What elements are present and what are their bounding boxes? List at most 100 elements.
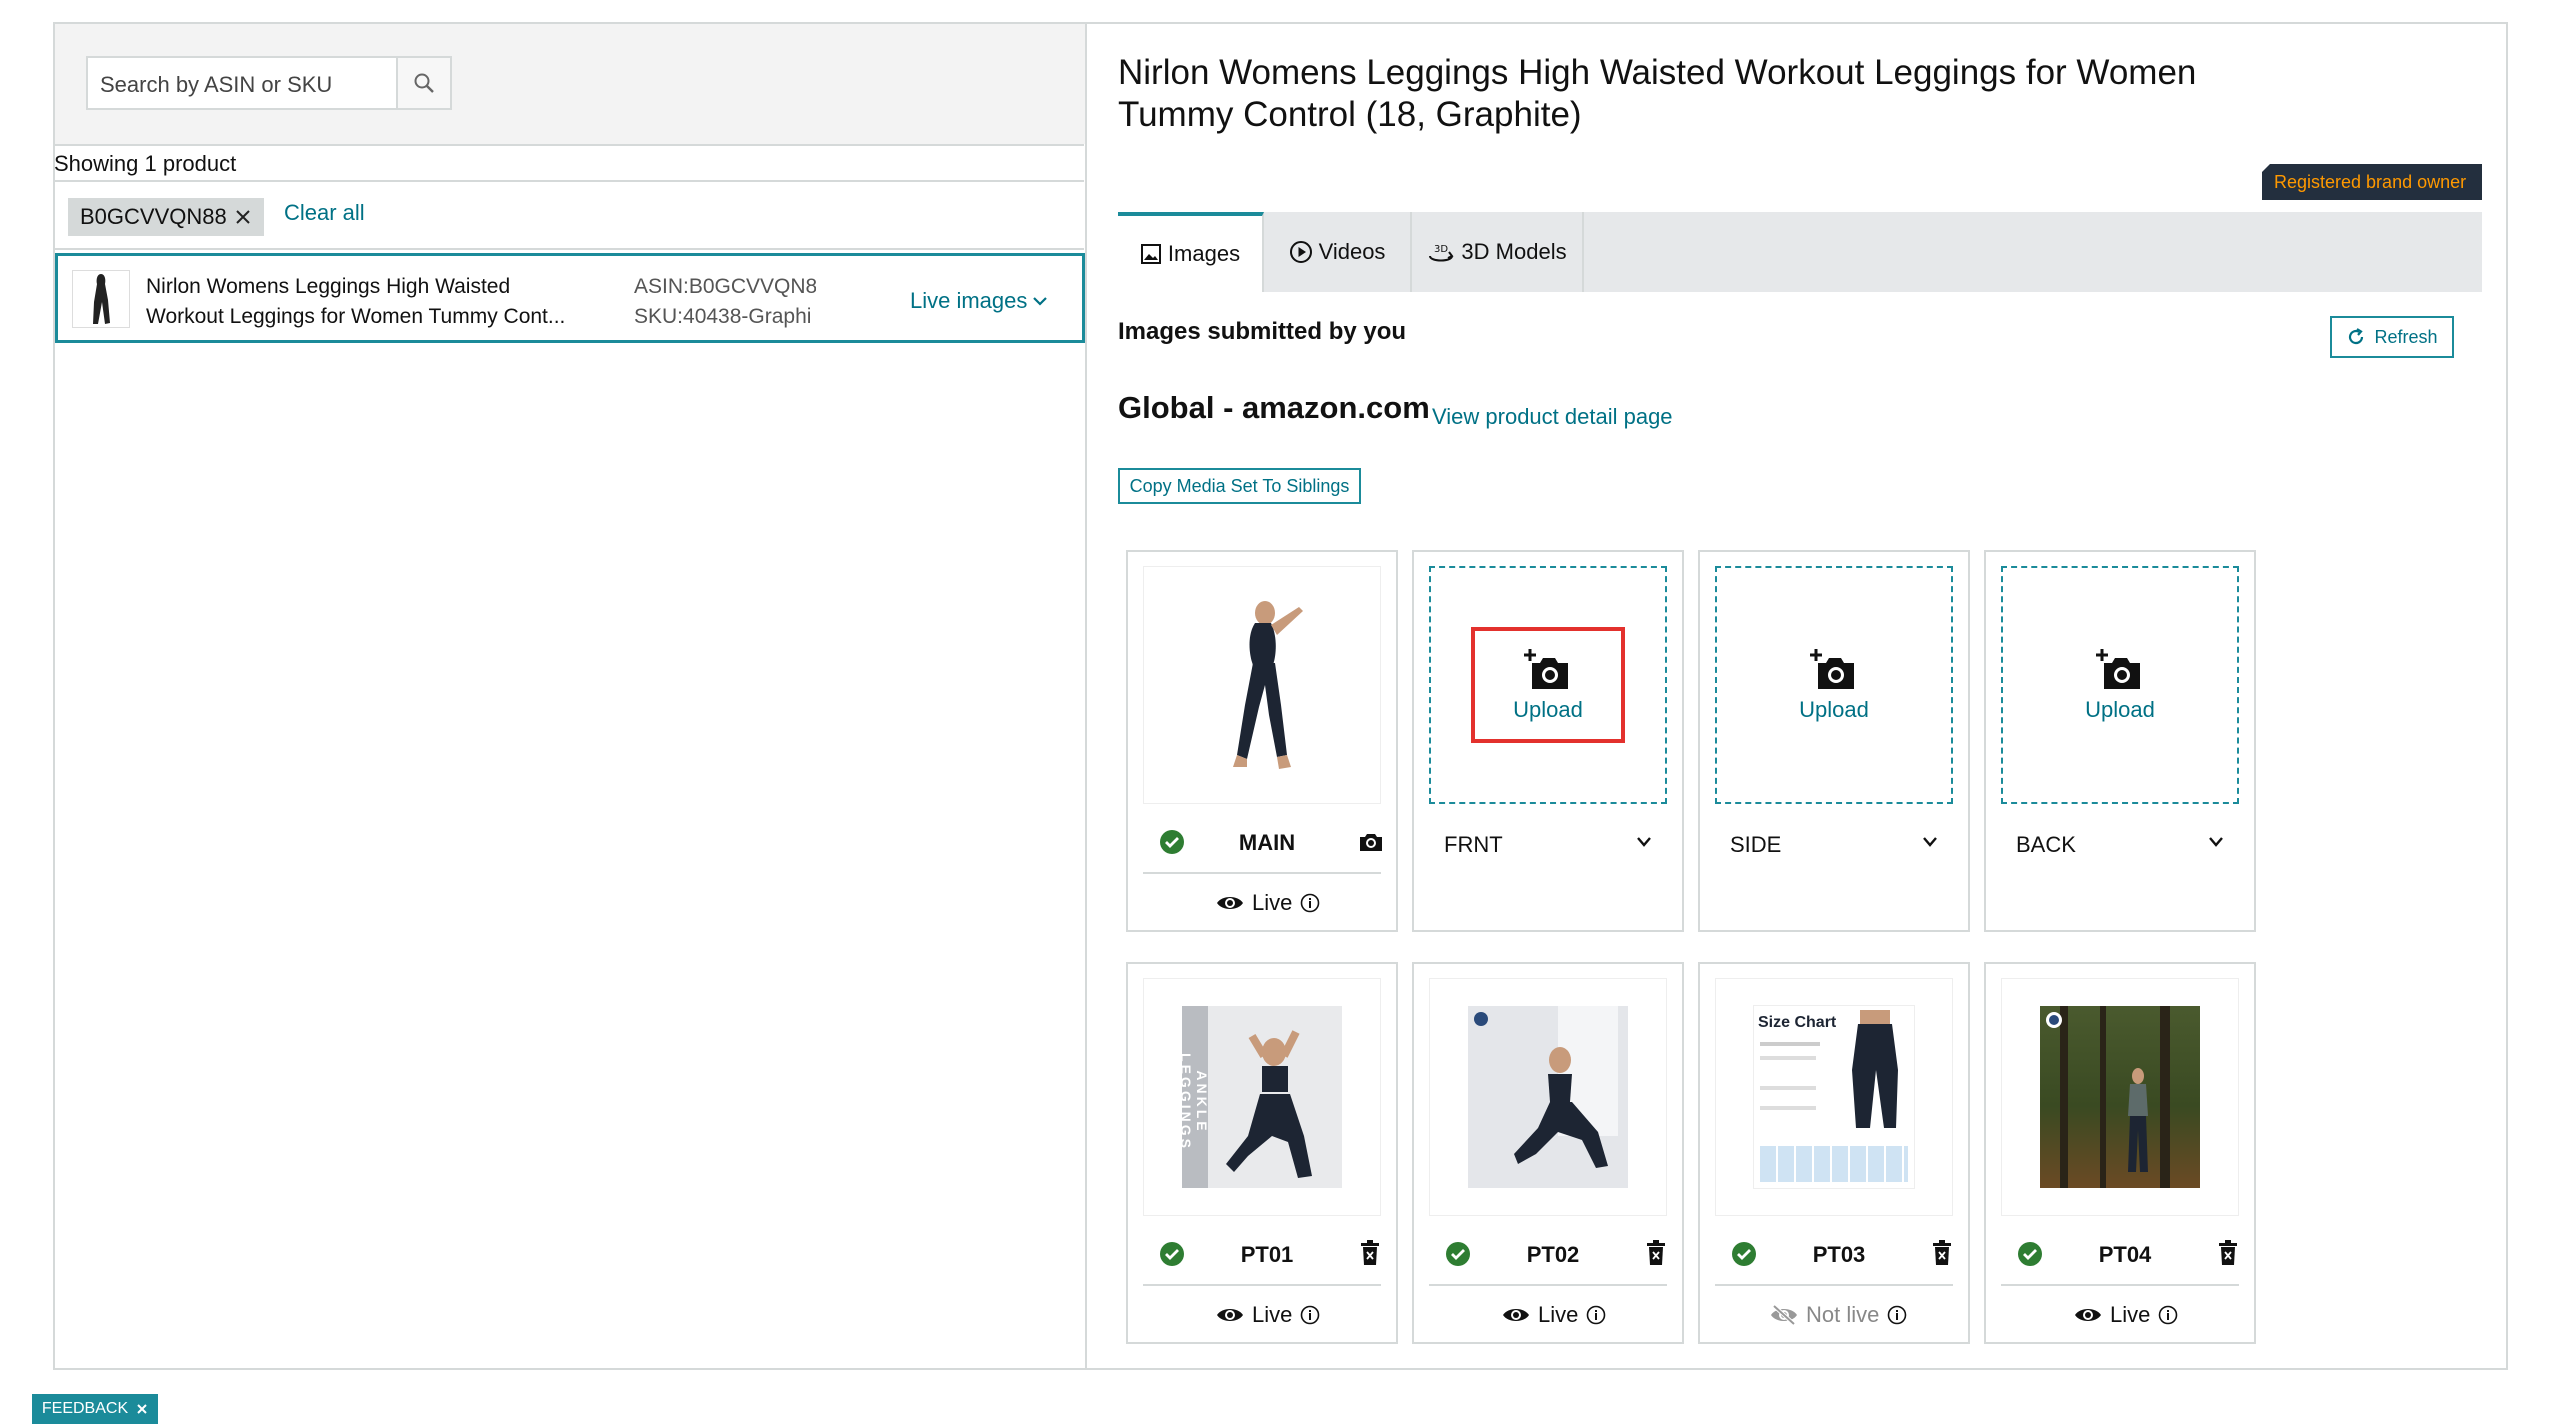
tab-3d-models-label: 3D Models — [1461, 239, 1567, 264]
replace-image-icon[interactable] — [1358, 830, 1384, 854]
upload-zone-back[interactable]: Upload — [2001, 566, 2239, 804]
product-identifiers: ASIN:B0GCVVQN88 SKU:40438-Graphi — [634, 272, 816, 332]
eye-icon — [2075, 1309, 2101, 1321]
product-title-line1: Nirlon Womens Leggings High Waisted — [146, 275, 511, 298]
pt02-image[interactable] — [1429, 978, 1667, 1216]
info-icon[interactable] — [1586, 1305, 1606, 1325]
card-divider — [1143, 1284, 1381, 1286]
tab-videos-label: Videos — [1318, 239, 1386, 264]
slot-label-pt01: PT01 — [1240, 1242, 1294, 1267]
copy-media-set-button[interactable]: Copy Media Set To Siblings — [1118, 468, 1361, 504]
slot-label-side: SIDE — [1730, 832, 1782, 857]
pt01-image-text: ANKLE LEGGINGS — [1182, 1053, 1210, 1151]
info-icon[interactable] — [1887, 1305, 1907, 1325]
delete-icon[interactable] — [1360, 1240, 1380, 1266]
search-button[interactable] — [396, 56, 452, 110]
refresh-label: Refresh — [2374, 326, 2438, 347]
slot-label-back: BACK — [2016, 832, 2076, 857]
status-pt03-label: Not live — [1806, 1302, 1880, 1327]
slot-label-pt04: PT04 — [2098, 1242, 2152, 1267]
tab-videos[interactable]: Videos — [1264, 212, 1412, 292]
chevron-down-icon[interactable] — [1922, 836, 1938, 848]
slot-label-pt03: PT03 — [1812, 1242, 1866, 1267]
status-pt04: Live — [2074, 1302, 2178, 1328]
slot-label-main: MAIN — [1238, 830, 1296, 855]
main-image[interactable] — [1143, 566, 1381, 804]
image-icon — [1140, 244, 1161, 264]
tab-images[interactable]: Images — [1118, 212, 1264, 292]
status-main-label: Live — [1252, 890, 1293, 915]
product-asin: ASIN:B0GCVVQN88 — [634, 275, 816, 298]
upload-label-frnt: Upload — [1513, 697, 1583, 722]
search-icon — [414, 73, 434, 93]
pt03-image[interactable]: Size Chart — [1715, 978, 1953, 1216]
status-pt02-label: Live — [1538, 1302, 1579, 1327]
play-icon — [1289, 241, 1312, 263]
feedback-label: FEEDBACK — [41, 1400, 129, 1417]
add-photo-icon — [1810, 649, 1854, 689]
upload-button-back[interactable]: Upload — [2043, 627, 2197, 743]
chevron-down-icon — [1033, 297, 1048, 306]
delete-icon[interactable] — [2218, 1240, 2238, 1266]
check-icon — [1446, 1242, 1470, 1266]
card-divider — [1429, 1284, 1667, 1286]
pt04-image[interactable] — [2001, 978, 2239, 1216]
section-heading: Images submitted by you — [1118, 318, 1407, 345]
upload-zone-side[interactable]: Upload — [1715, 566, 1953, 804]
card-divider — [1715, 1284, 1953, 1286]
eye-icon — [1217, 1309, 1243, 1321]
card-divider — [1143, 872, 1381, 874]
upload-button-frnt[interactable]: Upload — [1471, 627, 1625, 743]
left-divider — [54, 248, 1084, 250]
3d-rotate-icon: 3D — [1429, 244, 1454, 262]
status-pt02: Live — [1502, 1302, 1606, 1328]
refresh-button[interactable]: Refresh — [2330, 316, 2454, 358]
product-title-line2: Workout Leggings for Women Tummy Cont... — [146, 305, 566, 328]
tab-3d-models[interactable]: 3D 3D Models — [1412, 212, 1584, 292]
clear-all-link[interactable]: Clear all — [284, 200, 365, 226]
status-pt01: Live — [1216, 1302, 1320, 1328]
live-images-label: Live images — [910, 288, 1028, 313]
chevron-down-icon[interactable] — [1636, 836, 1652, 848]
check-icon — [1160, 830, 1184, 854]
page-title: Nirlon Womens Leggings High Waisted Work… — [1118, 53, 2197, 134]
card-divider — [2001, 1284, 2239, 1286]
svg-text:3D: 3D — [1434, 244, 1448, 255]
upload-label-side: Upload — [1799, 697, 1869, 722]
view-product-detail-link[interactable]: View product detail page — [1432, 404, 1673, 430]
search-input[interactable]: Search by ASIN or SKU — [86, 56, 398, 110]
delete-icon[interactable] — [1646, 1240, 1666, 1266]
close-icon[interactable] — [234, 208, 252, 226]
check-icon — [1160, 1242, 1184, 1266]
info-icon[interactable] — [1300, 893, 1320, 913]
pt01-image[interactable]: ANKLE LEGGINGS — [1143, 978, 1381, 1216]
results-count: Showing 1 product — [54, 144, 1084, 182]
add-photo-icon — [2096, 649, 2140, 689]
product-thumbnail — [72, 270, 130, 328]
filter-chip: B0GCVVQN88 — [68, 198, 264, 236]
check-icon — [1732, 1242, 1756, 1266]
pt03-image-text: Size Chart — [1758, 1014, 1837, 1031]
live-images-dropdown[interactable]: Live images — [910, 288, 1048, 314]
status-pt03: Not live — [1770, 1302, 1907, 1328]
refresh-icon — [2349, 328, 2364, 345]
brand-owner-badge: Registered brand owner — [2262, 164, 2482, 200]
upload-button-side[interactable]: Upload — [1757, 627, 1911, 743]
upload-label-back: Upload — [2085, 697, 2155, 722]
tab-images-label: Images — [1167, 241, 1241, 266]
panel-divider — [1085, 22, 1087, 1370]
status-main: Live — [1216, 890, 1320, 916]
eye-icon — [1217, 897, 1243, 909]
delete-icon[interactable] — [1932, 1240, 1952, 1266]
upload-zone-frnt[interactable]: Upload — [1429, 566, 1667, 804]
chevron-down-icon[interactable] — [2208, 836, 2224, 848]
status-pt04-label: Live — [2110, 1302, 2151, 1327]
add-photo-icon — [1524, 649, 1568, 689]
feedback-button[interactable]: FEEDBACK — [32, 1394, 158, 1424]
close-icon[interactable] — [136, 1403, 148, 1415]
info-icon[interactable] — [2158, 1305, 2178, 1325]
marketplace-heading: Global - amazon.com — [1118, 390, 1430, 425]
product-sku: SKU:40438-Graphi — [634, 305, 812, 328]
info-icon[interactable] — [1300, 1305, 1320, 1325]
eye-icon — [1503, 1309, 1529, 1321]
